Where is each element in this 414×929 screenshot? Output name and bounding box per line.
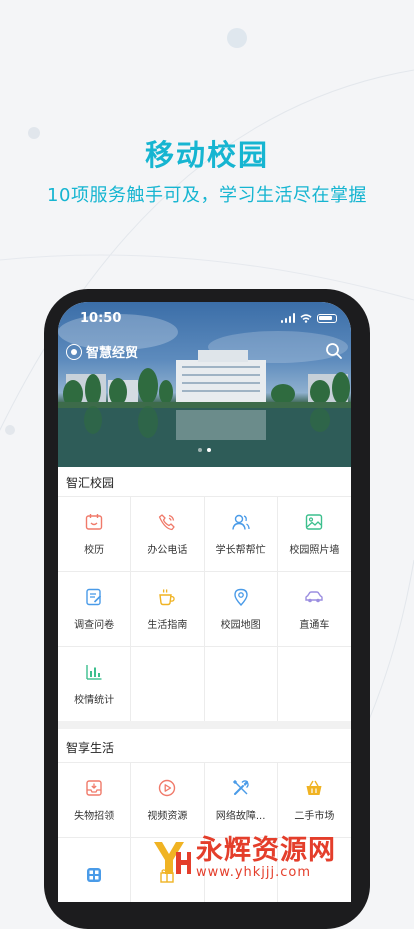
grid-item-label: 调查问卷 — [74, 620, 115, 631]
grid-item-senior-help[interactable]: 学长帮帮忙 — [204, 497, 278, 572]
school-logo: 智慧经贸 — [66, 342, 138, 361]
grid-item-office-phone[interactable]: 办公电话 — [131, 497, 205, 572]
grid-item-label: 办公电话 — [147, 545, 188, 556]
grid-item-calendar[interactable]: 校历 — [58, 497, 132, 572]
search-icon[interactable] — [325, 342, 343, 360]
grid-item-label: 失物招领 — [74, 811, 115, 822]
photo-icon — [306, 514, 323, 530]
people-icon — [231, 514, 250, 530]
grid-item-label: 校园照片墙 — [289, 545, 340, 556]
inbox-icon — [86, 780, 102, 796]
grid-item-photo-wall[interactable]: 校园照片墙 — [277, 497, 351, 572]
car-icon — [305, 591, 324, 603]
section-title-smart-campus: 智汇校园 — [66, 476, 115, 490]
grid-item-label: 学长帮帮忙 — [215, 545, 266, 556]
grid-item-survey[interactable]: 调查问卷 — [58, 572, 132, 647]
campus-photo — [58, 314, 351, 467]
calendar-icon — [85, 514, 103, 530]
grid-item-label: 生活指南 — [147, 620, 188, 631]
grid-item-network-repair[interactable]: 网络故障... — [204, 763, 278, 838]
survey-icon — [86, 588, 102, 606]
watermark-logo-icon — [154, 842, 191, 874]
carousel-dot[interactable] — [198, 448, 202, 452]
smart-life-grid: 失物招领 视频资源 网络故障... 二手市场 — [58, 762, 351, 902]
carousel-indicator — [58, 448, 351, 452]
grid-item-second-hand[interactable]: 二手市场 — [277, 763, 351, 838]
tools-icon — [232, 779, 249, 795]
battery-icon — [317, 313, 337, 323]
grid-item-label: 网络故障... — [215, 811, 266, 822]
play-icon — [159, 779, 176, 797]
status-time: 10:50 — [80, 311, 122, 326]
grid-item-label: 校园地图 — [220, 620, 261, 631]
grid-item-campus-stats[interactable]: 校情统计 — [58, 647, 132, 722]
map-pin-icon — [233, 588, 248, 607]
grid-item-label: 校情统计 — [74, 695, 115, 706]
grid-item-label: 二手市场 — [294, 811, 335, 822]
grid-item-shuttle[interactable]: 直通车 — [277, 572, 351, 647]
hero-banner[interactable]: 10:50 智慧经贸 — [58, 302, 351, 467]
grid-item-label: 校历 — [84, 545, 105, 556]
school-seal-icon — [66, 343, 82, 360]
watermark-title: 永辉资源网 — [196, 835, 336, 866]
grid-item-lost-found[interactable]: 失物招领 — [58, 763, 132, 838]
section-title-smart-life: 智享生活 — [66, 741, 115, 755]
grid-item-label: 视频资源 — [147, 811, 188, 822]
smart-campus-grid: 校历 办公电话 学长帮帮忙 校园照片墙 调查问卷 生活指南 校园地图 直通车 校… — [58, 496, 351, 722]
basket-icon — [306, 780, 322, 795]
grid-item-life-guide[interactable]: 生活指南 — [131, 572, 205, 647]
carousel-dot-active[interactable] — [207, 448, 211, 452]
promo-subtitle: 10项服务触手可及，学习生活尽在掌握 — [47, 185, 367, 206]
status-icons — [280, 313, 337, 323]
signal-icon — [280, 313, 295, 323]
grid-empty-cell — [204, 647, 278, 722]
grid-item-campus-map[interactable]: 校园地图 — [204, 572, 278, 647]
grid-item-label: 直通车 — [299, 620, 330, 631]
grid-item-video[interactable]: 视频资源 — [131, 763, 205, 838]
app-grid-icon — [87, 868, 102, 882]
school-logo-text: 智慧经贸 — [86, 346, 139, 361]
phone-icon — [159, 514, 176, 531]
watermark: 永辉资源网 www.yhkjjj.com — [150, 836, 336, 880]
bar-chart-icon — [86, 665, 102, 680]
coffee-cup-icon — [159, 589, 176, 606]
section-divider — [58, 721, 351, 729]
app-screen: 10:50 智慧经贸 智汇校园 校历 办公电话 学长帮帮忙 校园照片墙 调查问卷… — [58, 302, 351, 902]
grid-empty-cell — [131, 647, 205, 722]
watermark-url: www.yhkjjj.com — [196, 865, 312, 880]
promo-title: 移动校园 — [144, 138, 269, 172]
wifi-icon — [300, 313, 312, 323]
grid-item-partial[interactable] — [58, 838, 132, 902]
grid-empty-cell — [277, 647, 351, 722]
